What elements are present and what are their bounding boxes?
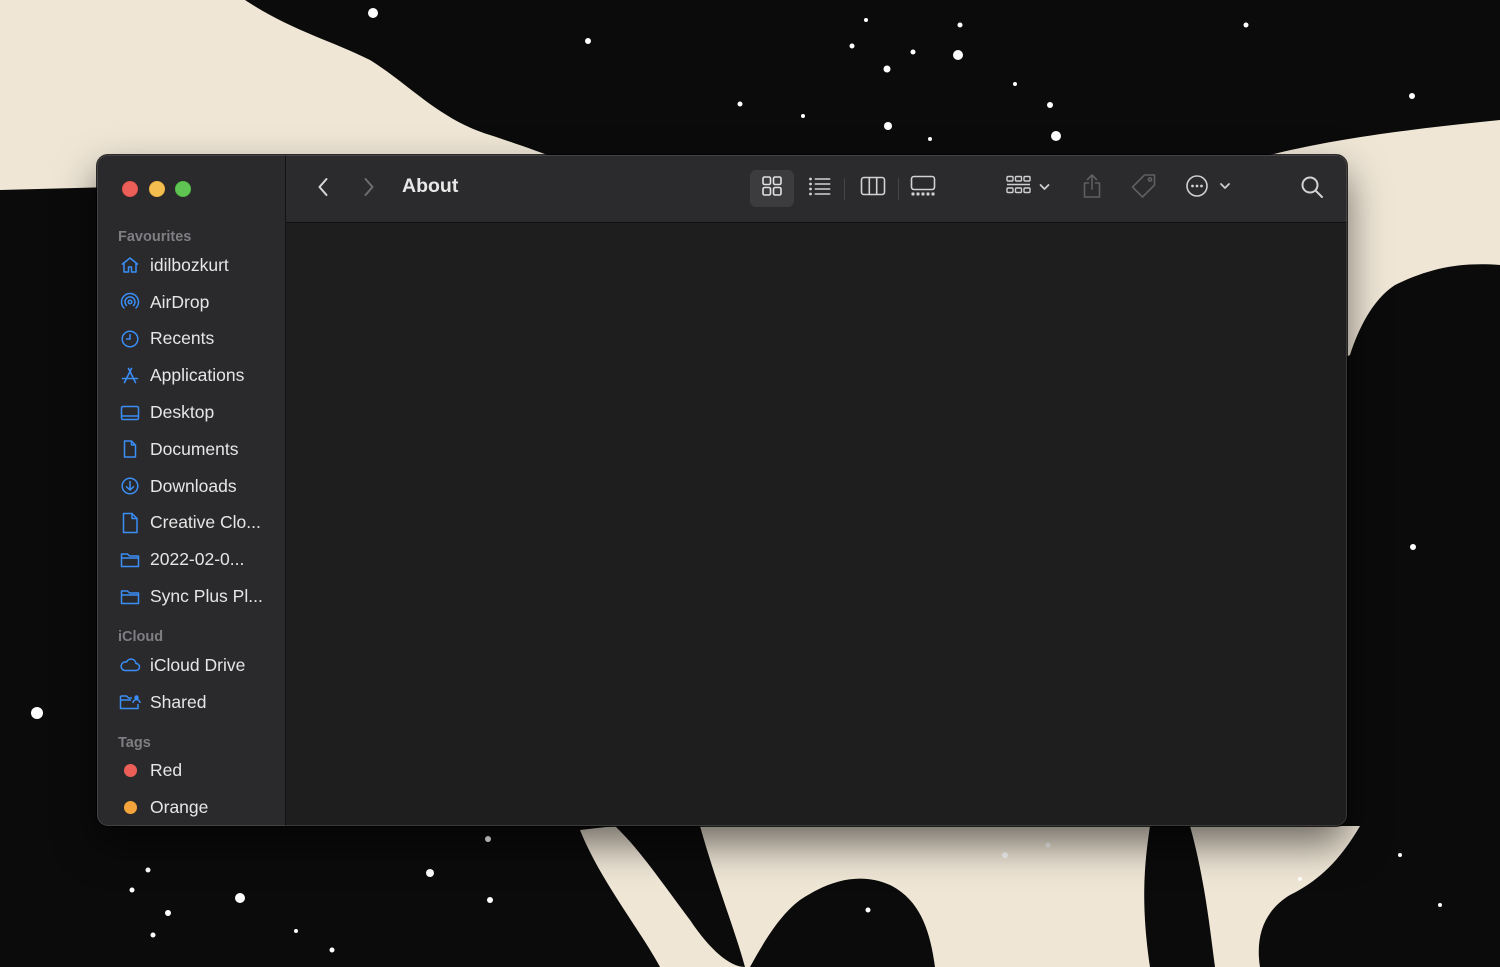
more-icon (1185, 174, 1233, 203)
sidebar-item-label: Applications (150, 365, 245, 386)
gallery-view-button[interactable] (904, 170, 942, 207)
sidebar-item-label: Sync Plus Pl... (150, 586, 263, 607)
tag-icon (1130, 172, 1158, 205)
toolbar-separator (898, 178, 899, 200)
airdrop-icon (119, 291, 141, 313)
section-title-favourites: Favourites (118, 229, 192, 245)
icon-view-button[interactable] (750, 170, 794, 207)
toolbar: About (286, 155, 1347, 223)
search-button[interactable] (1296, 173, 1328, 205)
sidebar-item-label: AirDrop (150, 291, 210, 312)
more-actions-button[interactable] (1182, 170, 1236, 207)
list-view-icon (808, 176, 832, 201)
main-area: About (286, 155, 1347, 826)
sidebar-item-icloud-drive[interactable]: iCloud Drive (97, 647, 285, 684)
sidebar-item-label: Red (150, 760, 183, 781)
sidebar-item-documents[interactable]: Documents (97, 431, 285, 468)
tag-dot-red (119, 760, 141, 782)
shared-folder-icon (119, 691, 141, 713)
sidebar-item-label: Orange (150, 797, 209, 818)
tag-dot-orange (119, 797, 141, 819)
sidebar-item-creative-cloud[interactable]: Creative Clo... (97, 505, 285, 542)
document-icon (119, 438, 141, 460)
column-view-icon (860, 176, 886, 201)
back-icon (316, 176, 330, 203)
sidebar-item-tag-red[interactable]: Red (97, 753, 285, 790)
tag-button[interactable] (1128, 170, 1160, 207)
sidebar-item-shared[interactable]: Shared (97, 684, 285, 721)
file-icon (119, 512, 141, 534)
column-view-button[interactable] (854, 170, 892, 207)
back-button[interactable] (310, 175, 336, 203)
close-window-button[interactable] (122, 181, 138, 197)
sidebar-item-applications[interactable]: Applications (97, 357, 285, 394)
sidebar: Favourites idilbozkurt AirDrop Recents A… (97, 155, 286, 826)
zoom-window-button[interactable] (175, 181, 191, 197)
gallery-view-icon (910, 175, 936, 202)
minimize-window-button[interactable] (149, 181, 165, 197)
group-by-button[interactable] (1002, 170, 1056, 207)
house-icon (119, 254, 141, 276)
section-title-tags: Tags (118, 734, 151, 751)
sidebar-item-label: 2022-02-0... (150, 549, 245, 570)
window-title: About (402, 175, 459, 197)
sidebar-list: Favourites idilbozkurt AirDrop Recents A… (97, 227, 285, 826)
sidebar-item-airdrop[interactable]: AirDrop (97, 284, 285, 321)
sidebar-item-label: Recents (150, 328, 215, 349)
icon-view-icon (761, 175, 783, 202)
sidebar-item-label: iCloud Drive (150, 654, 246, 675)
clock-icon (119, 328, 141, 350)
desktop-icon (119, 402, 141, 424)
sidebar-item-downloads[interactable]: Downloads (97, 468, 285, 505)
finder-window: Favourites idilbozkurt AirDrop Recents A… (97, 155, 1347, 826)
sidebar-item-sync-plus[interactable]: Sync Plus Pl... (97, 578, 285, 615)
forward-icon (362, 176, 376, 203)
cloud-icon (119, 654, 141, 676)
sidebar-item-label: Creative Clo... (150, 512, 261, 533)
folder-icon (119, 586, 141, 608)
sidebar-item-home[interactable]: idilbozkurt (97, 247, 285, 284)
section-title-icloud: iCloud (118, 628, 164, 645)
share-button[interactable] (1078, 170, 1106, 207)
sidebar-item-recents[interactable]: Recents (97, 321, 285, 358)
group-icon (1006, 175, 1052, 202)
folder-icon (119, 549, 141, 571)
applications-icon (119, 365, 141, 387)
sidebar-item-label: Downloads (150, 475, 237, 496)
sidebar-item-label: Shared (150, 691, 207, 712)
sidebar-item-desktop[interactable]: Desktop (97, 394, 285, 431)
forward-button[interactable] (356, 175, 382, 203)
toolbar-separator (844, 178, 845, 200)
list-view-button[interactable] (802, 170, 838, 207)
sidebar-item-label: Desktop (150, 402, 215, 423)
sidebar-item-label: idilbozkurt (150, 254, 229, 275)
share-icon (1081, 173, 1103, 204)
sidebar-item-folder-2022[interactable]: 2022-02-0... (97, 541, 285, 578)
file-content-area[interactable] (286, 223, 1347, 826)
sidebar-item-tag-orange[interactable]: Orange (97, 789, 285, 826)
desktop: Favourites idilbozkurt AirDrop Recents A… (0, 0, 1500, 967)
sidebar-item-label: Documents (150, 438, 239, 459)
search-icon (1300, 175, 1324, 204)
download-icon (119, 475, 141, 497)
